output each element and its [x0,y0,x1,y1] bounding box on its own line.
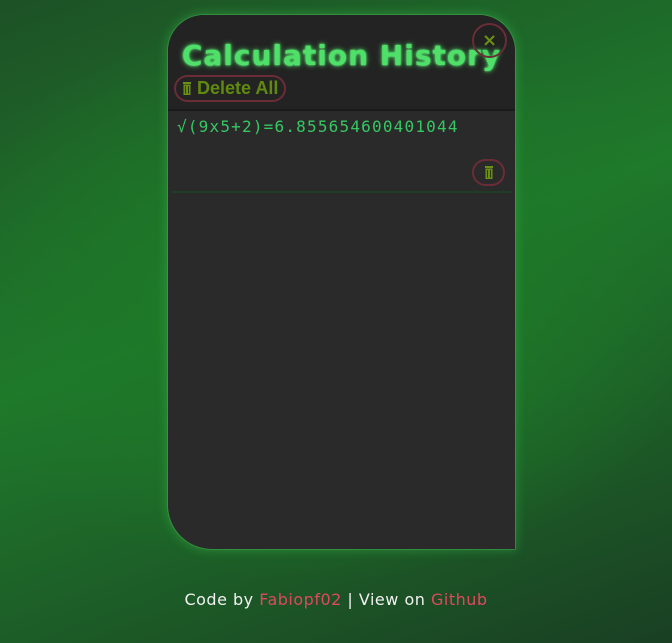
footer-view-on: View on [358,590,426,609]
delete-entry-button[interactable] [472,159,505,186]
history-panel: Calculation History × Delete All √(9x5+2… [168,15,515,549]
close-button[interactable]: × [472,23,507,58]
history-entry[interactable]: √(9x5+2)=6.855654600401044 [171,113,512,193]
footer-separator: | [347,590,354,609]
panel-title: Calculation History [181,39,502,72]
footer-code-by: Code by [184,590,254,609]
trash-icon [183,82,191,95]
trash-icon [484,166,493,179]
github-link[interactable]: Github [431,590,488,609]
close-icon: × [481,30,498,51]
footer: Code by Fabiopf02 | View on Github [0,590,672,609]
history-expression: √(9x5+2)=6.855654600401044 [177,117,459,136]
delete-all-label: Delete All [197,78,279,98]
delete-all-button[interactable]: Delete All [174,75,287,102]
panel-header: Calculation History × Delete All [168,15,515,111]
author-link[interactable]: Fabiopf02 [259,590,342,609]
